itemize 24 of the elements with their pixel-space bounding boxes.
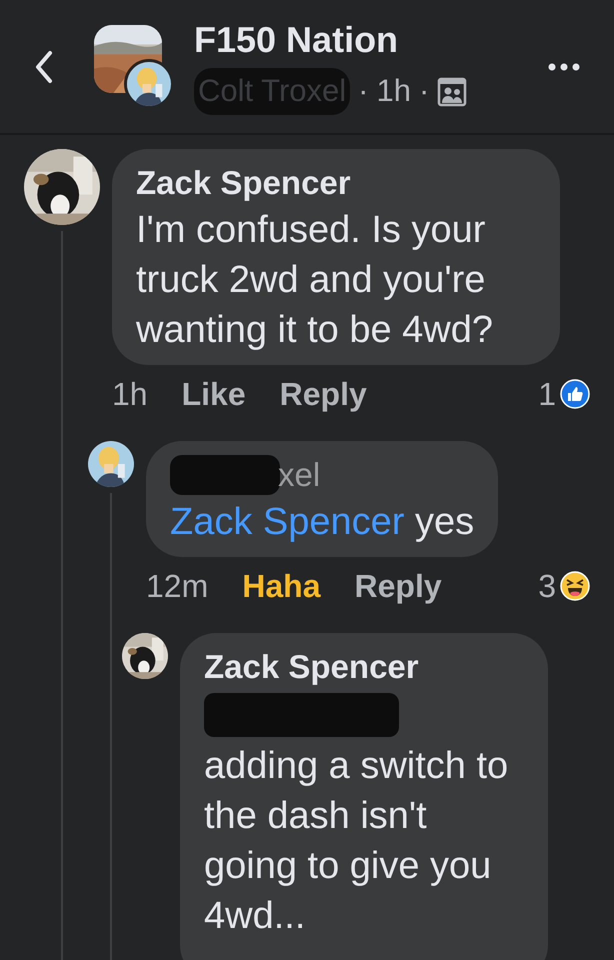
comment-author: xel (278, 455, 320, 495)
thumbs-up-icon (560, 379, 590, 409)
back-icon[interactable] (34, 50, 54, 84)
comment-text: I'm confused. Is your truck 2wd and you're wanting it to be 4wd? (136, 208, 494, 353)
mention-link[interactable]: Zack Spencer (170, 501, 404, 543)
separator: · (418, 72, 430, 110)
comment-author: Zack Spencer (204, 647, 419, 687)
comment-author: Zack Spencer (136, 163, 351, 203)
reaction-button[interactable]: Haha (242, 562, 320, 610)
reaction-button[interactable]: Like (182, 370, 246, 418)
comment-time: 1h (112, 375, 148, 414)
reaction-count: 1 (538, 375, 556, 414)
group-members-icon (437, 76, 468, 106)
more-options-icon[interactable] (548, 62, 580, 70)
comment-text: adding a switch to the dash isn't going to give you 4wd... (204, 744, 510, 939)
group-title[interactable]: F150 Nation (194, 18, 468, 62)
reply-button[interactable]: Reply (280, 370, 367, 418)
post-time: 1h (376, 72, 411, 110)
laughing-emoji-icon (560, 571, 590, 601)
separator: · (358, 72, 368, 110)
comment-text: Zack Spencer yes (170, 500, 474, 545)
comment-time: 12m (146, 567, 208, 606)
reaction-count: 3 (538, 567, 556, 606)
reply-button[interactable]: Reply (354, 562, 442, 610)
